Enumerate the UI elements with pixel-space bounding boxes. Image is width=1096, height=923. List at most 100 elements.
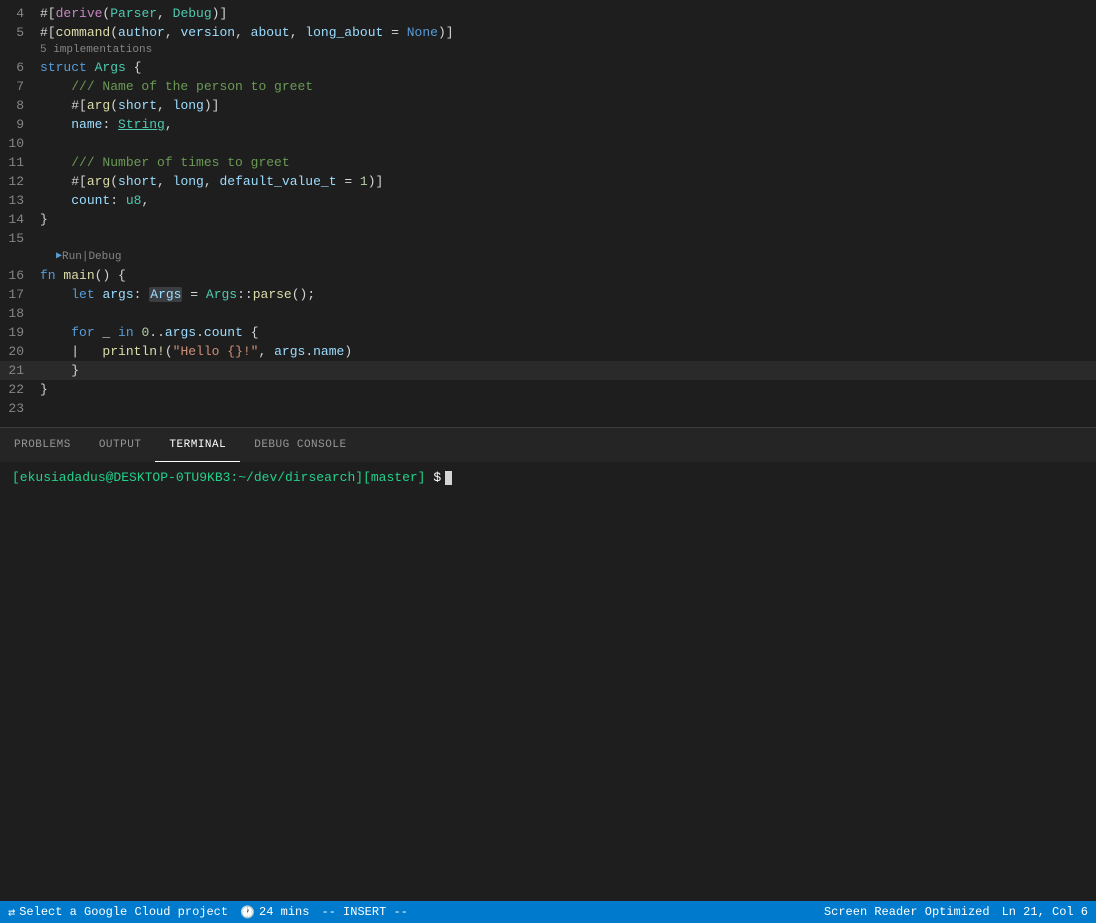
status-project[interactable]: ⇄ Select a Google Cloud project [8,905,228,920]
token: Parser [110,6,157,21]
token [40,325,71,340]
token [87,60,95,75]
status-mode: -- INSERT -- [321,905,407,919]
token: author [118,25,165,40]
token: derive [56,6,103,21]
code-line: 7 /// Name of the person to greet [0,77,1096,96]
status-screen-reader: Screen Reader Optimized [824,905,990,919]
line-number: 20 [0,342,40,361]
token: ( [110,25,118,40]
token: short [118,174,157,189]
token: )] [438,25,454,40]
line-number: 17 [0,285,40,304]
token: )] [212,6,228,21]
token [40,155,71,170]
token: args [102,287,133,302]
run-label[interactable]: Run [62,248,82,266]
separator: | [82,248,89,266]
clock-icon: 🕐 [240,905,255,920]
status-bar-right: Screen Reader Optimized Ln 21, Col 6 [824,905,1088,919]
token: parse [253,287,292,302]
code-line: 16fn main() { [0,266,1096,285]
line-number: 21 [0,361,40,380]
code-line: 13 count: u8, [0,191,1096,210]
token: #[ [40,6,56,21]
terminal-path: ~/dev/dirsearch] [238,470,363,485]
token [40,79,71,94]
line-number: 22 [0,380,40,399]
line-number: 9 [0,115,40,134]
token [40,287,71,302]
line-number: 12 [0,172,40,191]
token: count [71,193,110,208]
terminal-area[interactable]: [ekusiadadus@DESKTOP-0TU9KB3: ~/dev/dirs… [0,462,1096,901]
token: | [40,344,102,359]
token: () { [95,268,126,283]
sync-icon: ⇄ [8,905,15,920]
panel-tab-output[interactable]: OUTPUT [85,428,156,462]
token: , [258,344,274,359]
status-position: Ln 21, Col 6 [1002,905,1088,919]
token: : [134,287,150,302]
line-content: #[derive(Parser, Debug)] [40,4,1096,23]
panel-tab-terminal[interactable]: TERMINAL [155,428,240,462]
line-number: 6 [0,58,40,77]
debug-label[interactable]: Debug [88,248,121,266]
terminal-user: [ekusiadadus@DESKTOP-0TU9KB3: [12,470,238,485]
hint-line: 5 implementations [0,42,1096,58]
line-number: 4 [0,4,40,23]
code-line: 21 } [0,361,1096,380]
position-label: Ln 21, Col 6 [1002,905,1088,919]
run-debug-line: ▶Run | Debug [0,248,1096,266]
token: /// Number of times to greet [71,155,289,170]
line-number: 16 [0,266,40,285]
token: arg [87,98,110,113]
line-content: fn main() { [40,266,1096,285]
token: _ [95,325,118,340]
token: (); [292,287,315,302]
token: } [40,212,48,227]
token: version [180,25,235,40]
line-content: } [40,210,1096,229]
token: count [204,325,243,340]
line-content: } [40,361,1096,380]
code-line: 18 [0,304,1096,323]
token: long [173,174,204,189]
token: String [118,117,165,132]
panel-tab-debug-console[interactable]: DEBUG CONSOLE [240,428,360,462]
token: struct [40,60,87,75]
line-content [40,229,1096,248]
line-content: /// Name of the person to greet [40,77,1096,96]
token: println! [102,344,164,359]
token: fn [40,268,56,283]
token: name [313,344,344,359]
token: . [305,344,313,359]
token: )] [368,174,384,189]
line-content: #[command(author, version, about, long_a… [40,23,1096,42]
line-content: } [40,380,1096,399]
line-content: name: String, [40,115,1096,134]
editor-area: 4#[derive(Parser, Debug)]5#[command(auth… [0,0,1096,427]
token: { [126,60,142,75]
token: let [71,287,94,302]
code-line: 15 [0,229,1096,248]
code-line: 9 name: String, [0,115,1096,134]
token: = [182,287,205,302]
status-bar-left: ⇄ Select a Google Cloud project 🕐 24 min… [8,905,408,920]
time-label: 24 mins [259,905,309,919]
panel-tab-problems[interactable]: PROBLEMS [0,428,85,462]
code-line: 12 #[arg(short, long, default_value_t = … [0,172,1096,191]
line-content: for _ in 0..args.count { [40,323,1096,342]
code-line: 17 let args: Args = Args::parse(); [0,285,1096,304]
line-number: 15 [0,229,40,248]
code-line: 19 for _ in 0..args.count { [0,323,1096,342]
code-line: 6struct Args { [0,58,1096,77]
token: , [157,98,173,113]
token: command [56,25,111,40]
token: ( [110,98,118,113]
token: , [165,117,173,132]
code-line: 4#[derive(Parser, Debug)] [0,4,1096,23]
project-label[interactable]: Select a Google Cloud project [19,905,228,919]
code-line: 20 | println!("Hello {}!", args.name) [0,342,1096,361]
token: None [407,25,438,40]
